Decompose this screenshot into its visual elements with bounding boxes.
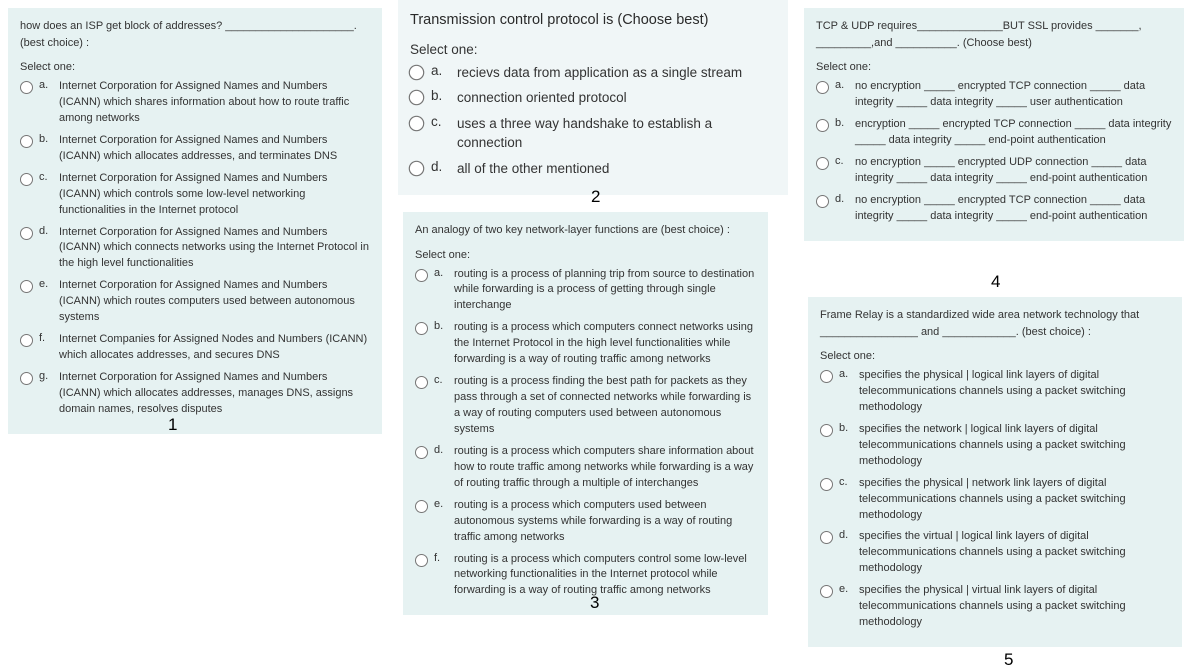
radio-icon[interactable] [415, 554, 428, 567]
radio-icon[interactable] [820, 478, 833, 491]
option-a[interactable]: a.no encryption _____ encrypted TCP conn… [816, 79, 1172, 111]
option-d[interactable]: d.routing is a process which computers s… [415, 444, 756, 492]
question-3-prompt: An analogy of two key network-layer func… [415, 222, 756, 239]
option-d[interactable]: d.no encryption _____ encrypted TCP conn… [816, 193, 1172, 225]
radio-icon[interactable] [409, 161, 425, 177]
question-3-selectlabel: Select one: [415, 249, 756, 261]
radio-icon[interactable] [820, 424, 833, 437]
radio-icon[interactable] [20, 334, 33, 347]
option-e[interactable]: e.routing is a process which computers u… [415, 498, 756, 546]
radio-icon[interactable] [820, 585, 833, 598]
question-number-5: 5 [1004, 650, 1013, 670]
option-a[interactable]: a.Internet Corporation for Assigned Name… [20, 79, 370, 127]
question-1-options: a.Internet Corporation for Assigned Name… [20, 79, 370, 418]
option-a[interactable]: a.routing is a process of planning trip … [415, 267, 756, 315]
question-2-selectlabel: Select one: [410, 42, 776, 57]
radio-icon[interactable] [415, 376, 428, 389]
question-1-prompt: how does an ISP get block of addresses? … [20, 18, 370, 51]
radio-icon[interactable] [20, 227, 33, 240]
question-2-options: a.recievs data from application as a sin… [410, 63, 776, 179]
radio-icon[interactable] [415, 269, 428, 282]
question-4-options: a.no encryption _____ encrypted TCP conn… [816, 79, 1172, 225]
option-f[interactable]: f.routing is a process which computers c… [415, 552, 756, 600]
option-b[interactable]: b.specifies the network | logical link l… [820, 422, 1170, 470]
question-number-1: 1 [168, 415, 177, 435]
option-c[interactable]: c.routing is a process finding the best … [415, 374, 756, 438]
question-2: Transmission control protocol is (Choose… [398, 0, 788, 195]
radio-icon[interactable] [20, 173, 33, 186]
option-e[interactable]: e.Internet Corporation for Assigned Name… [20, 278, 370, 326]
option-c[interactable]: c.no encryption _____ encrypted UDP conn… [816, 155, 1172, 187]
option-b[interactable]: b.encryption _____ encrypted TCP connect… [816, 117, 1172, 149]
question-number-4: 4 [991, 272, 1000, 292]
question-5-selectlabel: Select one: [820, 350, 1170, 362]
option-f[interactable]: f.Internet Companies for Assigned Nodes … [20, 332, 370, 364]
option-d[interactable]: d.specifies the virtual | logical link l… [820, 529, 1170, 577]
question-5-prompt: Frame Relay is a standardized wide area … [820, 307, 1170, 340]
question-5: Frame Relay is a standardized wide area … [808, 297, 1182, 647]
radio-icon[interactable] [20, 81, 33, 94]
question-1: how does an ISP get block of addresses? … [8, 8, 382, 434]
radio-icon[interactable] [20, 280, 33, 293]
question-1-selectlabel: Select one: [20, 61, 370, 73]
question-4-selectlabel: Select one: [816, 61, 1172, 73]
radio-icon[interactable] [20, 372, 33, 385]
radio-icon[interactable] [415, 500, 428, 513]
option-c[interactable]: c.Internet Corporation for Assigned Name… [20, 171, 370, 219]
option-a[interactable]: a.specifies the physical | logical link … [820, 368, 1170, 416]
radio-icon[interactable] [415, 322, 428, 335]
question-4: TCP & UDP requires______________BUT SSL … [804, 8, 1184, 241]
radio-icon[interactable] [816, 119, 829, 132]
option-c[interactable]: c.uses a three way handshake to establis… [410, 114, 776, 153]
radio-icon[interactable] [816, 157, 829, 170]
radio-icon[interactable] [409, 116, 425, 132]
option-e[interactable]: e.specifies the physical | virtual link … [820, 583, 1170, 631]
radio-icon[interactable] [409, 64, 425, 80]
question-3: An analogy of two key network-layer func… [403, 212, 768, 615]
question-5-options: a.specifies the physical | logical link … [820, 368, 1170, 631]
radio-icon[interactable] [820, 531, 833, 544]
option-a[interactable]: a.recievs data from application as a sin… [410, 63, 776, 83]
option-d[interactable]: d.all of the other mentioned [410, 159, 776, 179]
question-number-3: 3 [590, 593, 599, 613]
radio-icon[interactable] [816, 195, 829, 208]
option-d[interactable]: d.Internet Corporation for Assigned Name… [20, 225, 370, 273]
question-number-2: 2 [591, 187, 600, 207]
option-c[interactable]: c.specifies the physical | network link … [820, 476, 1170, 524]
option-g[interactable]: g.Internet Corporation for Assigned Name… [20, 370, 370, 418]
radio-icon[interactable] [816, 81, 829, 94]
question-3-options: a.routing is a process of planning trip … [415, 267, 756, 600]
option-b[interactable]: b.routing is a process which computers c… [415, 320, 756, 368]
radio-icon[interactable] [415, 446, 428, 459]
radio-icon[interactable] [409, 90, 425, 106]
question-4-prompt: TCP & UDP requires______________BUT SSL … [816, 18, 1172, 51]
option-b[interactable]: b.Internet Corporation for Assigned Name… [20, 133, 370, 165]
radio-icon[interactable] [820, 370, 833, 383]
question-2-prompt: Transmission control protocol is (Choose… [410, 10, 776, 32]
option-b[interactable]: b.connection oriented protocol [410, 88, 776, 108]
radio-icon[interactable] [20, 135, 33, 148]
